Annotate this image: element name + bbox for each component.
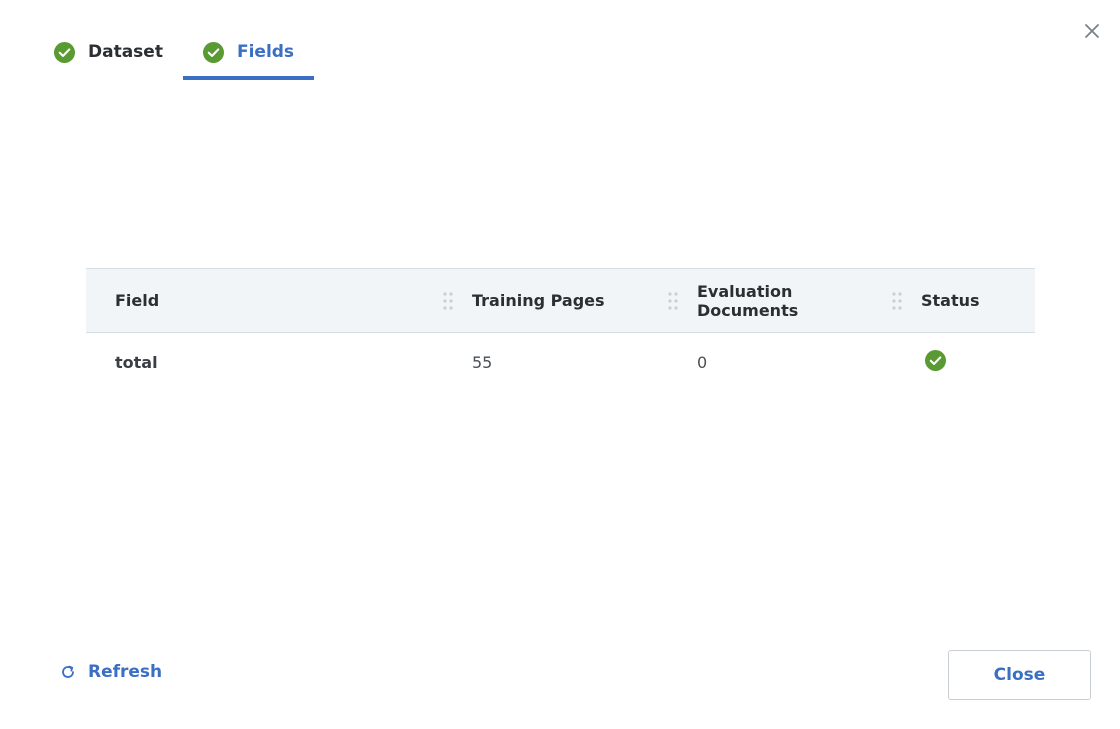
tab-fields[interactable]: Fields [182, 28, 315, 80]
drag-handle-icon[interactable] [442, 291, 454, 311]
table-row: total 55 0 [86, 333, 1035, 391]
refresh-icon [62, 665, 74, 678]
cell-evaluation-documents: 0 [697, 352, 708, 372]
drag-handle-icon[interactable] [667, 291, 679, 311]
check-circle-icon [54, 41, 75, 63]
column-header-label: Status [921, 291, 980, 310]
tab-bar: Dataset Fields [34, 28, 315, 80]
cell-status [891, 350, 1035, 371]
close-icon[interactable] [1083, 22, 1101, 40]
check-circle-icon [202, 41, 224, 63]
column-header-evaluation-documents[interactable]: Evaluation Documents [667, 282, 891, 320]
tab-dataset-label: Dataset [88, 42, 163, 62]
cell-training-pages: 55 [472, 352, 493, 372]
tab-fields-label: Fields [236, 42, 295, 62]
column-header-training-pages[interactable]: Training Pages [442, 291, 667, 310]
tab-dataset[interactable]: Dataset [34, 28, 183, 76]
column-header-field[interactable]: Field [86, 291, 442, 310]
cell-field: total [115, 352, 158, 372]
column-header-label: Training Pages [472, 291, 605, 310]
check-circle-icon [925, 350, 946, 371]
drag-handle-icon[interactable] [891, 291, 903, 311]
table-header: Field Training Pages Evaluation Document… [86, 268, 1035, 333]
column-header-status[interactable]: Status [891, 291, 1035, 310]
column-header-label: Evaluation Documents [697, 281, 799, 320]
refresh-label: Refresh [88, 662, 163, 682]
close-button[interactable]: Close [948, 650, 1091, 700]
fields-table: Field Training Pages Evaluation Document… [86, 268, 1035, 391]
fields-dialog: Dataset Fields Field Training Pages Eval… [0, 0, 1120, 729]
refresh-button[interactable]: Refresh [60, 662, 162, 682]
